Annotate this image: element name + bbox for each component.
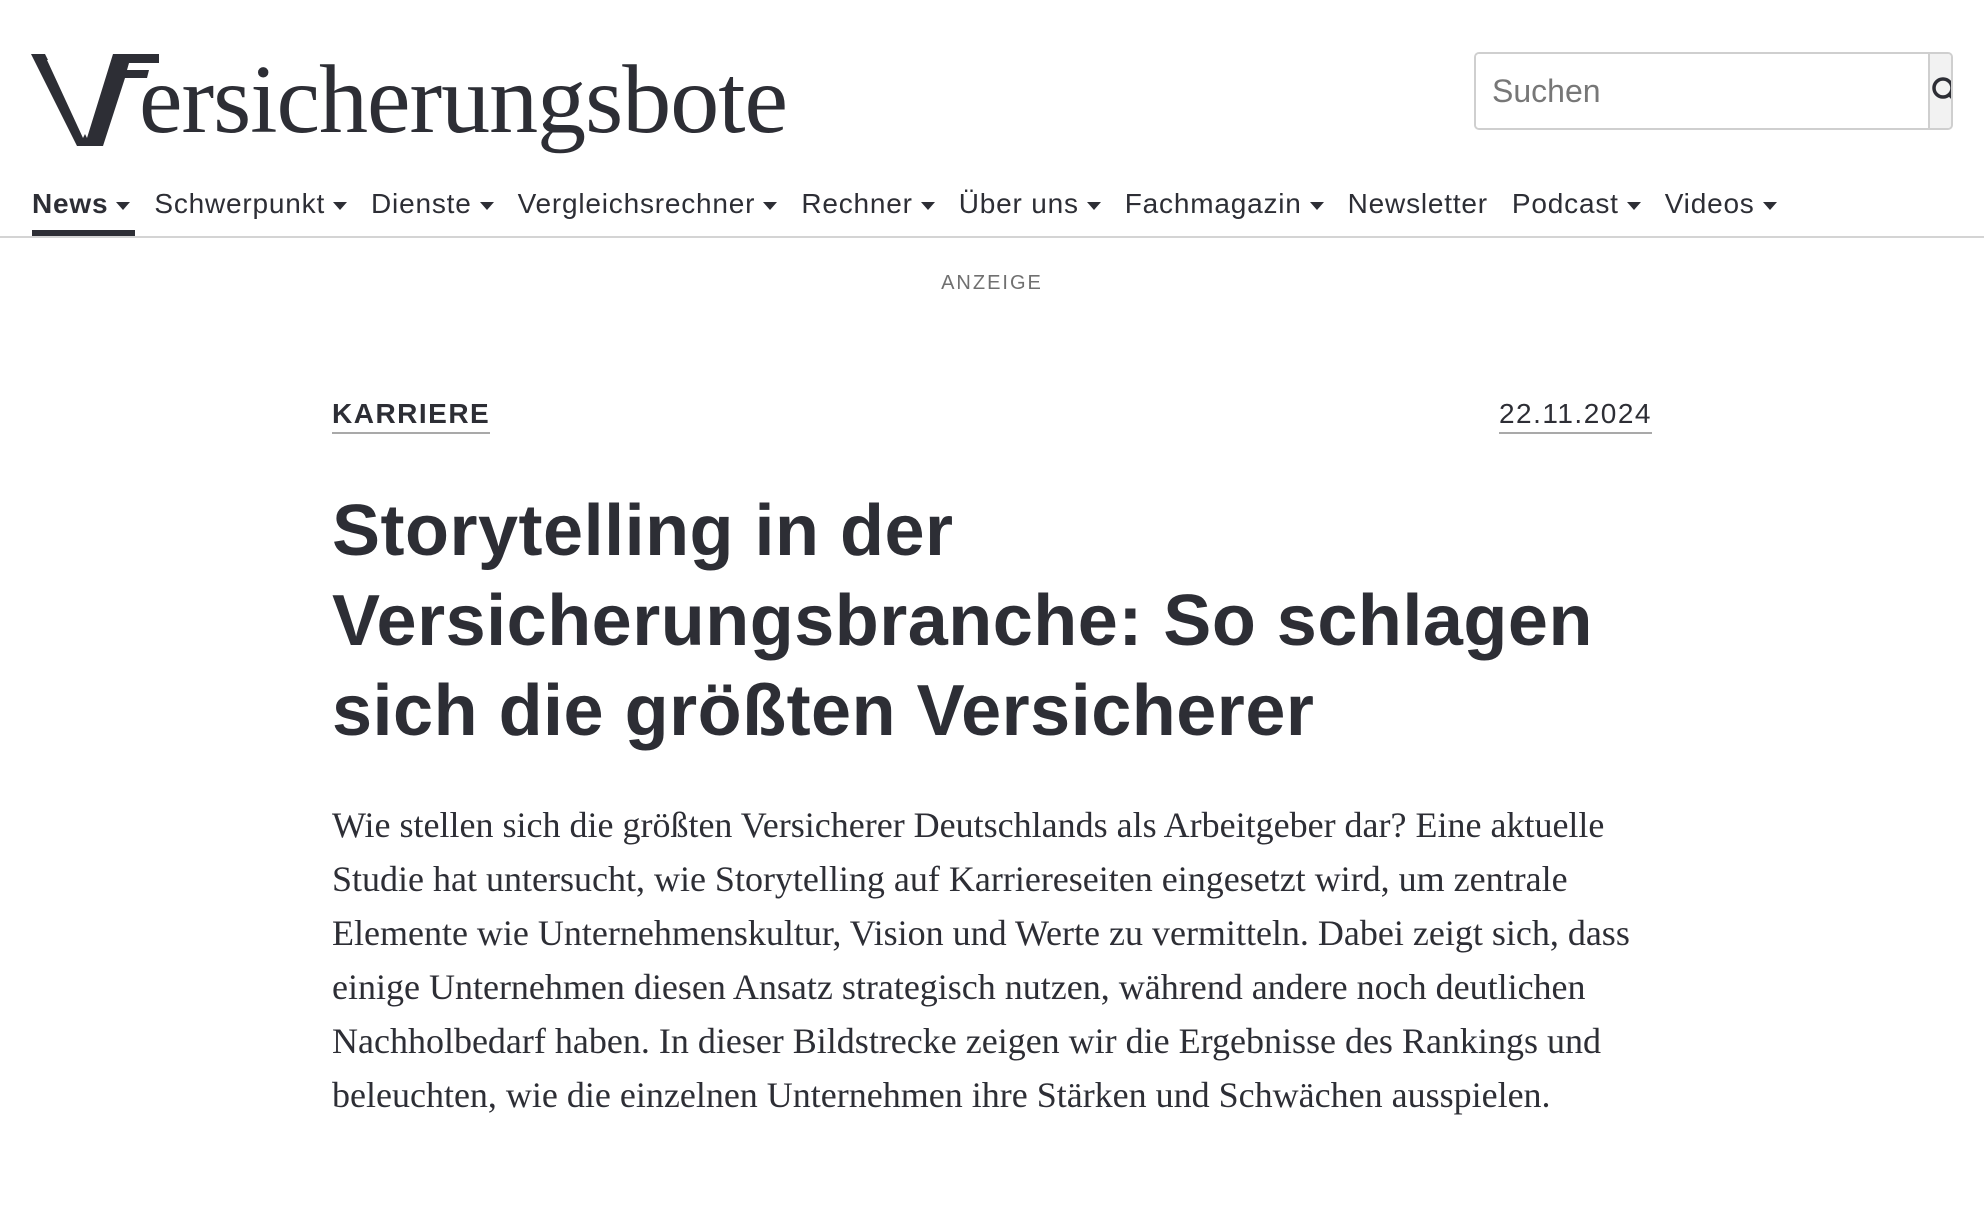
nav-item-fachmagazin[interactable]: Fachmagazin	[1125, 182, 1324, 226]
search-box	[1474, 52, 1953, 130]
article-category-link[interactable]: KARRIERE	[332, 398, 491, 434]
nav-item-label: Videos	[1664, 188, 1755, 219]
caret-down-icon	[1309, 202, 1324, 210]
caret-down-icon	[763, 202, 778, 210]
article-date: 22.11.2024	[1498, 398, 1652, 434]
nav-item-dienste[interactable]: Dienste	[371, 182, 494, 226]
caret-down-icon	[1086, 202, 1101, 210]
nav-item-schwerpunkt[interactable]: Schwerpunkt	[154, 182, 348, 226]
search-input[interactable]	[1476, 54, 1928, 128]
caret-down-icon	[333, 202, 348, 210]
search-icon	[1932, 77, 1951, 99]
nav-item-ueber-uns[interactable]: Über uns	[959, 182, 1101, 226]
nav-item-newsletter[interactable]: Newsletter	[1348, 182, 1488, 226]
nav-item-vergleichsrechner[interactable]: Vergleichsrechner	[518, 182, 778, 226]
nav-item-label: Newsletter	[1347, 188, 1488, 219]
nav-item-label: Dienste	[371, 188, 472, 219]
search-button[interactable]	[1928, 54, 1951, 128]
nav-item-videos[interactable]: Videos	[1665, 182, 1777, 226]
nav-item-label: Über uns	[958, 188, 1079, 219]
nav-item-podcast[interactable]: Podcast	[1512, 182, 1641, 226]
caret-down-icon	[116, 202, 131, 210]
caret-down-icon	[479, 202, 494, 210]
caret-down-icon	[1626, 202, 1641, 210]
logo-text: ersicherungsbote	[139, 46, 788, 154]
ad-label: ANZEIGE	[941, 272, 1043, 294]
nav-item-label: Rechner	[801, 188, 913, 219]
nav-item-label: Fachmagazin	[1124, 188, 1302, 219]
main-nav: News Schwerpunkt Dienste Vergleichsrechn…	[32, 182, 1801, 226]
nav-item-label: Vergleichsrechner	[517, 188, 756, 219]
nav-item-label: Podcast	[1511, 188, 1619, 219]
caret-down-icon	[1762, 202, 1777, 210]
article-lead: Wie stellen sich die größten Versicherer…	[332, 805, 1630, 1115]
article-meta: KARRIERE 22.11.2024	[332, 396, 1652, 436]
nav-item-label: Schwerpunkt	[154, 188, 326, 219]
nav-divider	[0, 236, 1984, 238]
nav-item-news[interactable]: News	[32, 182, 131, 226]
article: KARRIERE 22.11.2024 Storytelling in der …	[332, 396, 1652, 1122]
nav-item-label: News	[32, 188, 109, 219]
article-headline: Storytelling in der Versicherungsbranche…	[332, 491, 1593, 751]
caret-down-icon	[920, 202, 935, 210]
nav-item-rechner[interactable]: Rechner	[801, 182, 935, 226]
site-logo[interactable]: ersicherungsbote	[31, 30, 788, 154]
